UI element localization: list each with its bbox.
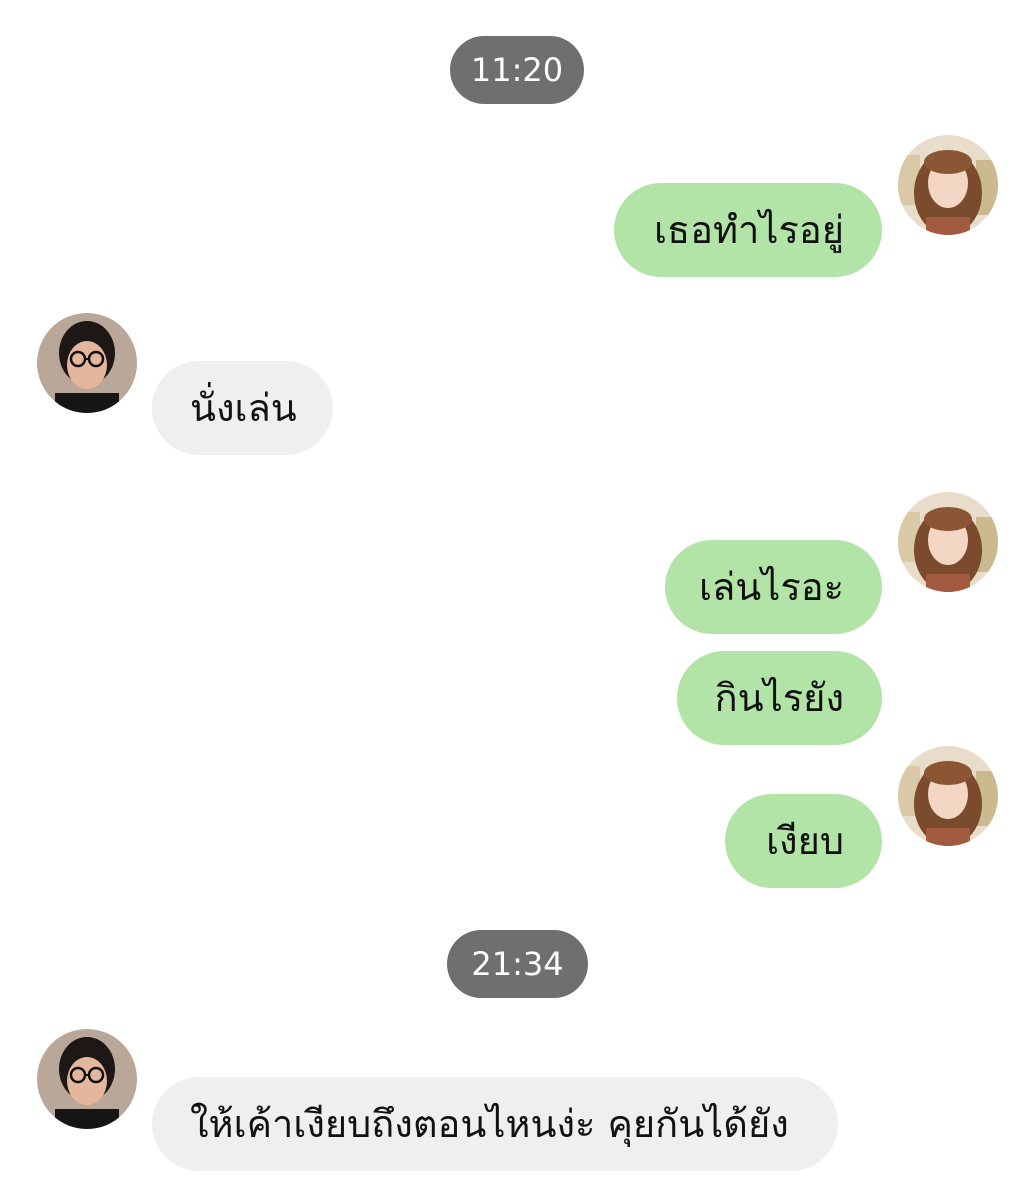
timestamp-pill: 21:34 bbox=[447, 930, 588, 998]
outgoing-message[interactable]: เธอทำไรอยู่ bbox=[614, 183, 882, 277]
my-avatar-icon[interactable] bbox=[898, 746, 998, 846]
my-avatar-icon[interactable] bbox=[898, 135, 998, 235]
outgoing-message[interactable]: เงียบ bbox=[725, 794, 882, 888]
timestamp-pill: 11:20 bbox=[450, 36, 584, 104]
my-avatar-icon[interactable] bbox=[898, 492, 998, 592]
their-avatar-icon[interactable] bbox=[37, 1029, 137, 1129]
their-avatar-icon[interactable] bbox=[37, 313, 137, 413]
incoming-message[interactable]: ให้เค้าเงียบถึงตอนไหนง่ะ คุยกันได้ยัง bbox=[152, 1077, 838, 1171]
outgoing-message[interactable]: เล่นไรอะ bbox=[665, 540, 882, 634]
outgoing-message[interactable]: กินไรยัง bbox=[677, 651, 882, 745]
incoming-message[interactable]: นั่งเล่น bbox=[152, 361, 333, 455]
